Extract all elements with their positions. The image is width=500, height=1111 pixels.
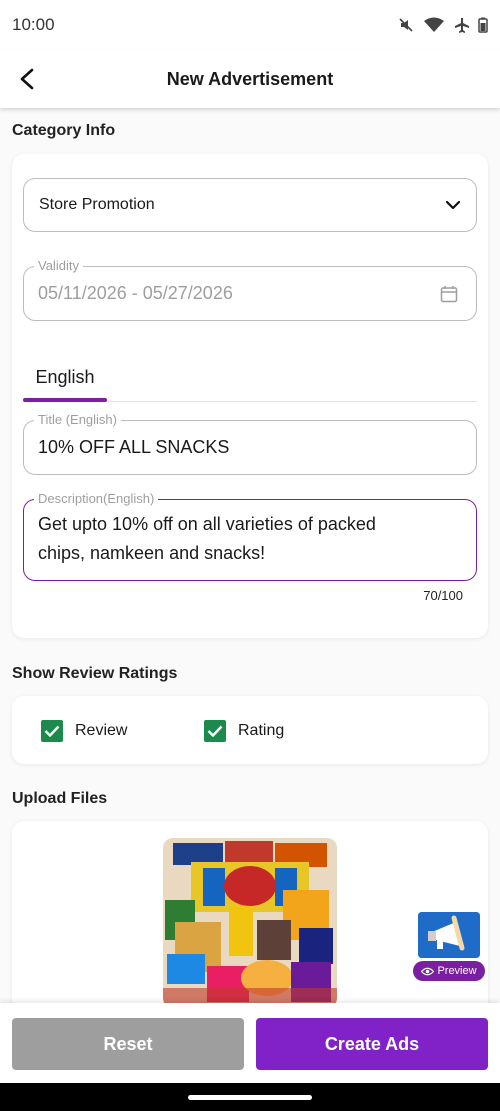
- tab-english[interactable]: English: [23, 352, 107, 402]
- create-ads-button[interactable]: Create Ads: [256, 1018, 488, 1070]
- megaphone-icon: [418, 912, 480, 958]
- title-field-label: Title (English): [34, 412, 121, 427]
- bottom-action-bar: Reset Create Ads: [0, 1003, 500, 1083]
- uploaded-image-snacks[interactable]: [163, 838, 337, 1003]
- review-ratings-card: Review Rating: [12, 696, 488, 764]
- reset-button[interactable]: Reset: [12, 1018, 244, 1070]
- validity-value: 05/11/2026 - 05/27/2026: [38, 283, 233, 303]
- description-line-1: Get upto 10% off on all varieties of pac…: [38, 514, 376, 534]
- app-bar: New Advertisement: [0, 50, 500, 108]
- rating-checkbox[interactable]: [204, 720, 226, 742]
- language-tabs: English: [23, 352, 477, 402]
- validity-label: Validity: [34, 258, 83, 273]
- back-button[interactable]: [12, 64, 42, 94]
- chevron-down-icon: [445, 200, 461, 210]
- validity-field[interactable]: Validity 05/11/2026 - 05/27/2026: [23, 258, 477, 321]
- title-field[interactable]: Title (English) 10% OFF ALL SNACKS: [23, 412, 477, 475]
- mute-icon: [399, 18, 413, 32]
- checkbox-checked-icon: [44, 725, 60, 737]
- character-counter: 70/100: [423, 588, 463, 603]
- review-checkbox[interactable]: [41, 720, 63, 742]
- home-gesture-handle[interactable]: [188, 1095, 312, 1100]
- eye-icon: [421, 967, 435, 975]
- calendar-icon[interactable]: [440, 285, 458, 303]
- description-field-label: Description(English): [34, 491, 159, 506]
- title-field-value: 10% OFF ALL SNACKS: [38, 437, 230, 457]
- system-nav-bar: [0, 1083, 500, 1111]
- back-arrow-icon: [20, 68, 34, 90]
- status-time: 10:00: [12, 15, 55, 34]
- checkbox-checked-icon: [207, 725, 223, 737]
- review-label: Review: [75, 722, 128, 739]
- form-content[interactable]: Category Info Store Promotion Validity 0…: [0, 108, 500, 1003]
- status-bar: 10:00: [0, 0, 500, 50]
- description-field[interactable]: Description(English) Get upto 10% off on…: [23, 491, 477, 581]
- review-ratings-heading: Show Review Ratings: [12, 665, 178, 682]
- upload-files-heading: Upload Files: [12, 790, 108, 807]
- description-line-2: chips, namkeen and snacks!: [38, 543, 266, 563]
- category-dropdown[interactable]: Store Promotion: [23, 178, 477, 232]
- category-info-card: Store Promotion Validity 05/11/2026 - 05…: [12, 154, 488, 638]
- tab-indicator: [23, 398, 107, 402]
- tab-english-label: English: [35, 366, 95, 387]
- airplane-icon: [455, 18, 469, 33]
- preview-button[interactable]: Preview: [413, 912, 485, 982]
- status-icons: [398, 17, 488, 33]
- preview-label: Preview: [437, 965, 477, 977]
- category-selected-value: Store Promotion: [39, 196, 155, 213]
- wifi-icon: [424, 17, 444, 32]
- battery-icon: [478, 17, 488, 33]
- category-info-heading: Category Info: [12, 122, 116, 139]
- preview-pill[interactable]: Preview: [413, 961, 485, 981]
- rating-label: Rating: [238, 722, 285, 739]
- page-title: New Advertisement: [166, 68, 334, 89]
